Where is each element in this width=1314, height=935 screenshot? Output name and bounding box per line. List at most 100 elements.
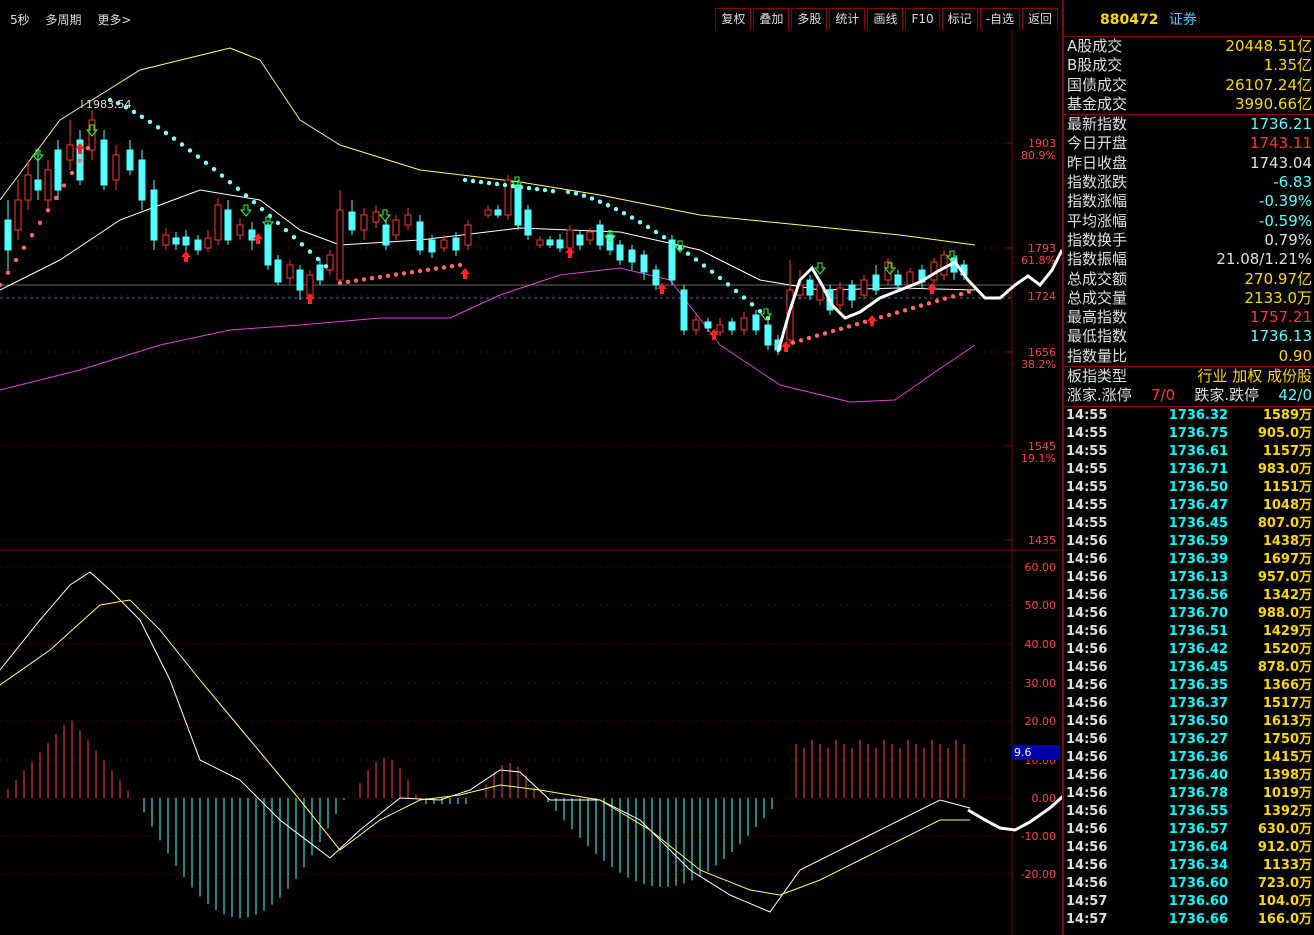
tick-row: 14:56 1736.70 988.0万: [1064, 605, 1314, 623]
sar-dot-cyan: [661, 234, 667, 240]
tick-time: 14:56: [1066, 749, 1108, 765]
candle-body: [652, 269, 660, 286]
candle-body: [14, 199, 22, 231]
sar-dot-cyan: [749, 302, 755, 307]
sar-dot-red: [85, 145, 91, 151]
sar-dot-red: [393, 272, 399, 277]
stat-value: -0.59%: [1258, 211, 1312, 230]
candle-body: [848, 284, 856, 301]
sar-dot-red: [822, 331, 828, 336]
macd-axis-label: -10.00: [1021, 830, 1056, 843]
tick-price: 1736.50: [1168, 713, 1228, 729]
stat-label: 基金成交: [1067, 94, 1128, 113]
sar-dot-red: [966, 289, 972, 294]
stat-value: 0.79%: [1264, 230, 1312, 249]
candle-body: [44, 169, 52, 201]
candle-body: [452, 237, 460, 251]
sar-dot-cyan: [283, 227, 289, 233]
stat-label: 指数量比: [1067, 346, 1128, 365]
candle-body: [264, 224, 272, 266]
tick-price: 1736.32: [1168, 407, 1228, 423]
stat-label: B股成交: [1067, 56, 1123, 75]
sar-dot-cyan: [259, 206, 265, 212]
tick-time: 14:56: [1066, 677, 1108, 693]
toolbar-button-4[interactable]: 画线: [867, 8, 904, 31]
sar-dot-cyan: [155, 125, 161, 130]
sar-dot-red: [790, 340, 796, 345]
sar-dot-red: [417, 268, 423, 274]
sar-dot-red: [449, 264, 455, 269]
tick-volume: 957.0万: [1257, 569, 1312, 585]
tick-list[interactable]: 14:55 1736.32 1589万 14:55 1736.75 905.0万 14:55…: [1064, 405, 1314, 929]
candle-body: [296, 269, 304, 291]
tick-time: 14:56: [1066, 605, 1108, 621]
stat-value: 1743.04: [1249, 153, 1312, 172]
sar-dot-cyan: [597, 199, 603, 204]
stat-label: 指数涨幅: [1067, 192, 1128, 211]
stats-table: A股成交 20448.51亿 B股成交 1.35亿 国债成交 26107.24亿 基金成交 3…: [1064, 37, 1314, 406]
tick-time: 14:56: [1066, 839, 1108, 855]
tick-row: 14:55 1736.45 807.0万: [1064, 515, 1314, 533]
candle-body: [494, 209, 502, 216]
stat-row: 平均涨幅 -0.59%: [1064, 212, 1314, 231]
sar-dot-cyan: [693, 257, 699, 262]
candle-body: [940, 254, 948, 276]
tick-time: 14:55: [1066, 443, 1108, 459]
sar-dot-red: [942, 296, 948, 301]
tick-row: 14:56 1736.45 878.0万: [1064, 659, 1314, 677]
tick-time: 14:55: [1066, 479, 1108, 495]
toolbar-button-3[interactable]: 统计: [829, 8, 866, 31]
sar-dot-cyan: [629, 215, 635, 220]
candle-body: [306, 274, 314, 296]
stat-label: 指数涨跌: [1067, 173, 1128, 192]
quote-panel: 880472 证券 A股成交 20448.51亿 B股成交 1.35亿 国债成交 2610…: [1062, 0, 1314, 935]
tick-volume: 1342万: [1262, 587, 1312, 603]
sar-dot-cyan: [741, 295, 747, 300]
sar-dot-cyan: [275, 220, 281, 226]
tick-time: 14:55: [1066, 425, 1108, 441]
toolbar-button-0[interactable]: 复权: [715, 8, 752, 31]
candle-body: [894, 274, 902, 286]
tick-price: 1736.45: [1168, 515, 1228, 531]
sar-dot-red: [806, 335, 812, 341]
tick-volume: 1415万: [1262, 749, 1312, 765]
candle-body: [66, 144, 74, 161]
sar-dot-red: [77, 158, 83, 163]
stat-value: 1.35亿: [1263, 56, 1312, 75]
tick-time: 14:56: [1066, 821, 1108, 837]
more-button[interactable]: 更多>: [97, 13, 131, 27]
sar-dot-cyan: [637, 219, 643, 225]
multi-period-button[interactable]: 多周期: [45, 13, 81, 27]
candle-body: [348, 211, 356, 231]
toolbar-button-5[interactable]: F10: [905, 8, 940, 31]
candle-body: [126, 149, 134, 171]
candle-body: [524, 209, 532, 236]
tick-time: 14:56: [1066, 569, 1108, 585]
tick-price: 1736.45: [1168, 659, 1228, 675]
kline-chart[interactable]: 190380.9%179361.8%1724165638.2%154519.1%…: [0, 30, 1062, 935]
toolbar-button-6[interactable]: 标记: [941, 8, 978, 31]
tick-price: 1736.34: [1168, 857, 1228, 873]
toolbar-button-7[interactable]: -自选: [979, 8, 1020, 31]
sar-dot-red: [69, 170, 75, 176]
toolbar-button-1[interactable]: 叠加: [753, 8, 790, 31]
sar-dot-cyan: [685, 251, 691, 256]
toolbar-button-2[interactable]: 多股: [791, 8, 828, 31]
toolbar-button-8[interactable]: 返回: [1021, 8, 1058, 31]
candle-body: [428, 239, 436, 253]
tick-time: 14:56: [1066, 803, 1108, 819]
candle-body: [112, 154, 120, 181]
stat-row: 总成交额 270.97亿: [1064, 270, 1314, 289]
tick-price: 1736.59: [1168, 533, 1228, 549]
sar-dot-red: [918, 303, 924, 308]
period-selector[interactable]: 5秒: [10, 13, 30, 27]
tick-time: 14:56: [1066, 551, 1108, 567]
sar-dot-cyan: [565, 189, 571, 195]
candle-body: [4, 219, 12, 251]
security-code: 880472: [1100, 12, 1159, 28]
tick-price: 1736.57: [1168, 821, 1228, 837]
candle-body: [182, 236, 190, 246]
sar-dot-red: [441, 265, 447, 270]
candle-body: [316, 264, 324, 281]
macd-axis-label: 40.00: [1025, 638, 1057, 651]
